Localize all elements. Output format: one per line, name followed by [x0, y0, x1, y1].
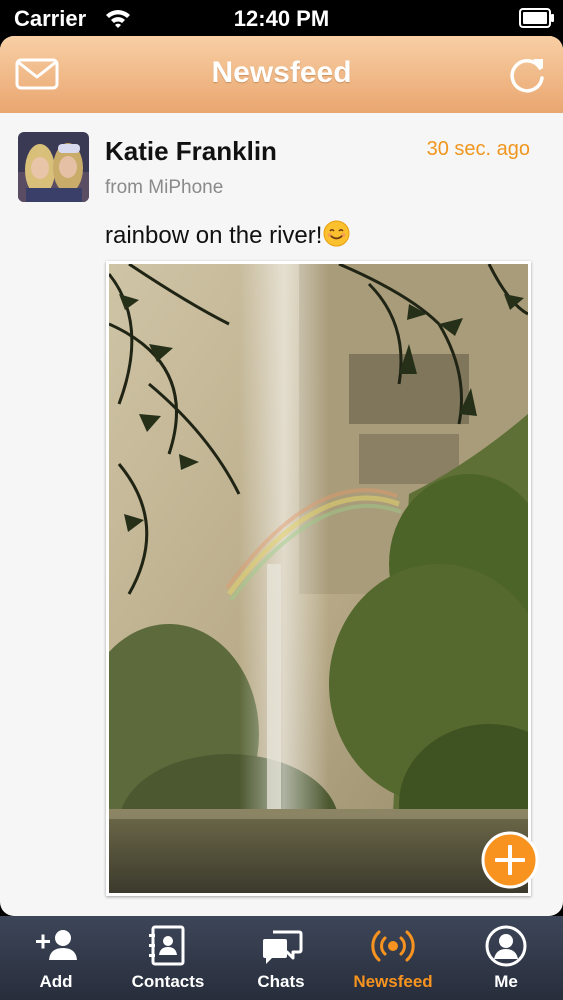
post-text-content: rainbow on the river! — [105, 222, 323, 249]
status-bar: Carrier 12:40 PM — [0, 0, 563, 38]
tab-add-label: Add — [39, 972, 73, 991]
page-title: Newsfeed — [211, 56, 352, 89]
author-name[interactable]: Katie Franklin — [105, 136, 277, 167]
post-timestamp: 30 sec. ago — [426, 138, 530, 160]
battery-icon — [519, 8, 554, 28]
broadcast-icon — [371, 930, 415, 962]
post-text: rainbow on the river! — [105, 220, 350, 250]
newsfeed-screen: Newsfeed Katie Franklin 30 sec. ago from… — [0, 36, 563, 916]
tab-chats[interactable]: Chats — [225, 916, 337, 1000]
tab-contacts-label: Contacts — [131, 972, 205, 991]
avatar[interactable] — [18, 132, 89, 202]
tab-newsfeed[interactable]: Newsfeed — [337, 916, 449, 1000]
chat-bubbles-icon — [263, 930, 303, 964]
tab-contacts[interactable]: Contacts — [112, 916, 224, 1000]
add-contact-icon — [36, 930, 77, 960]
waterfall-rainbow-photo — [109, 264, 528, 893]
tab-newsfeed-label: Newsfeed — [353, 972, 433, 991]
tab-chats-label: Chats — [257, 972, 305, 991]
status-time: 12:40 PM — [233, 6, 330, 31]
post-photo[interactable] — [106, 261, 531, 896]
tab-me-label: Me — [494, 972, 518, 991]
person-icon — [485, 925, 527, 967]
add-post-button[interactable] — [481, 831, 539, 889]
nav-bar: Newsfeed — [0, 36, 563, 113]
tab-add[interactable]: Add — [0, 916, 112, 1000]
post-source: from MiPhone — [105, 177, 224, 198]
smiley-emoji-icon — [323, 220, 350, 247]
tab-me[interactable]: Me — [450, 916, 562, 1000]
refresh-icon[interactable] — [507, 54, 547, 94]
contacts-book-icon — [149, 925, 185, 966]
tab-bar: Add Contacts Chats Newsfeed Me — [0, 916, 563, 1000]
